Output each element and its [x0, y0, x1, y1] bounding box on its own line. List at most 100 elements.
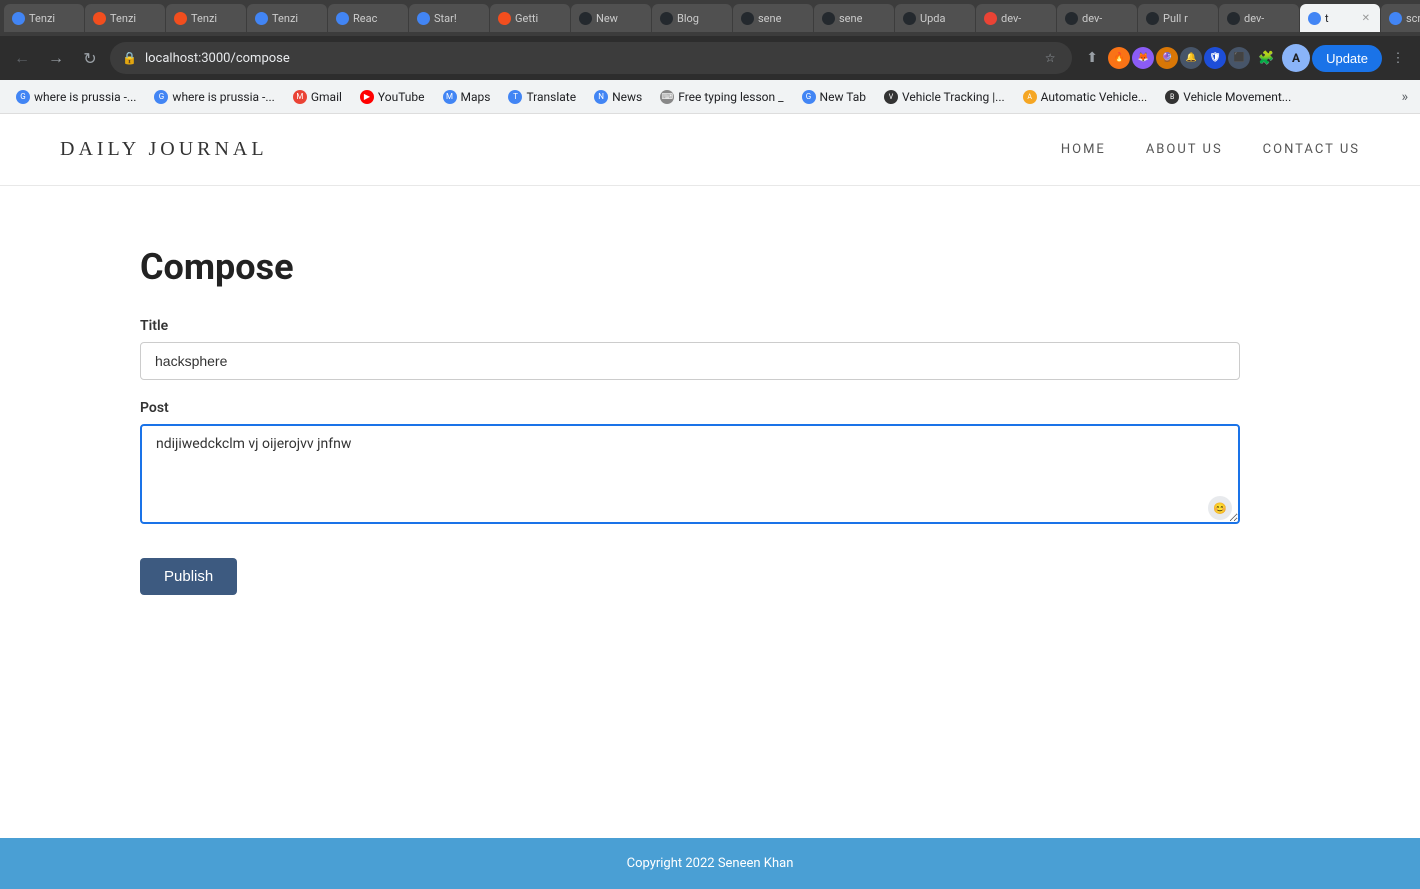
- website: DAILY JOURNAL HOME ABOUT US CONTACT US C…: [0, 114, 1420, 889]
- tab-label-4: Tenzi: [272, 12, 298, 25]
- tab-label-12: Upda: [920, 12, 946, 25]
- nav-contact[interactable]: CONTACT US: [1263, 142, 1360, 157]
- bookmark-vehicle-tracking[interactable]: V Vehicle Tracking |...: [876, 86, 1013, 108]
- browser-action-icons: ⬆ 🔥 🦊 🔮 🔔 🛡 ⬛ 🧩 A Update ⋮: [1078, 44, 1412, 72]
- tab-label-13: dev-: [1001, 12, 1021, 25]
- bookmark-icon-2: G: [154, 90, 168, 104]
- tab-label-1: Tenzi: [29, 12, 55, 25]
- bookmark-label-1: where is prussia -...: [34, 90, 136, 104]
- tab-15[interactable]: Pull r: [1138, 4, 1218, 32]
- tab-label-14: dev-: [1082, 12, 1102, 25]
- title-input[interactable]: [140, 342, 1240, 380]
- tab-label-6: Star!: [434, 12, 457, 25]
- address-bar-row: ← → ↻ 🔒 localhost:3000/compose ☆ ⬆ 🔥 🦊 🔮…: [0, 36, 1420, 80]
- bookmark-newtab[interactable]: G New Tab: [794, 86, 874, 108]
- bookmark-label-translate: Translate: [526, 90, 576, 104]
- bookmark-label-news: News: [612, 90, 642, 104]
- bookmark-label-typing: Free typing lesson _: [678, 90, 783, 104]
- title-form-group: Title: [140, 318, 1280, 380]
- nav-about[interactable]: ABOUT US: [1146, 142, 1223, 157]
- site-main: Compose Title Post ndijiwedckclm vj oije…: [0, 186, 1420, 838]
- address-bar-icons: ☆: [1040, 48, 1060, 68]
- post-textarea-wrapper: ndijiwedckclm vj oijerojvv jnfnw 😊: [140, 424, 1240, 528]
- address-text: localhost:3000/compose: [145, 51, 1032, 66]
- tab-13[interactable]: dev-: [976, 4, 1056, 32]
- tab-close-17[interactable]: ✕: [1360, 12, 1372, 25]
- tab-8[interactable]: New: [571, 4, 651, 32]
- bookmark-youtube[interactable]: ▶ YouTube: [352, 86, 433, 108]
- more-menu-icon[interactable]: ⋮: [1384, 44, 1412, 72]
- bookmark-translate[interactable]: T Translate: [500, 86, 584, 108]
- title-label: Title: [140, 318, 1280, 334]
- ext-2-icon[interactable]: 🦊: [1132, 47, 1154, 69]
- tab-2[interactable]: Tenzi: [85, 4, 165, 32]
- share-icon[interactable]: ⬆: [1078, 44, 1106, 72]
- tab-label-8: New: [596, 12, 618, 25]
- tab-11[interactable]: sene: [814, 4, 894, 32]
- tab-17-active[interactable]: t ✕: [1300, 4, 1380, 32]
- tab-18[interactable]: scree: [1381, 4, 1420, 32]
- bookmark-label-maps: Maps: [461, 90, 491, 104]
- tab-3[interactable]: Tenzi: [166, 4, 246, 32]
- tab-label-15: Pull r: [1163, 12, 1188, 25]
- tab-label-11: sene: [839, 12, 862, 25]
- tab-7[interactable]: Getti: [490, 4, 570, 32]
- bookmark-auto-vehicle[interactable]: A Automatic Vehicle...: [1015, 86, 1156, 108]
- update-button[interactable]: Update: [1312, 45, 1382, 72]
- footer-text: Copyright 2022 Seneen Khan: [627, 856, 794, 871]
- tab-1[interactable]: Tenzi: [4, 4, 84, 32]
- tab-4[interactable]: Tenzi: [247, 4, 327, 32]
- ext-6-icon[interactable]: ⬛: [1228, 47, 1250, 69]
- bookmark-star-icon[interactable]: ☆: [1040, 48, 1060, 68]
- bookmarks-bar: G where is prussia -... G where is pruss…: [0, 80, 1420, 114]
- ext-1-icon[interactable]: 🔥: [1108, 47, 1130, 69]
- lock-icon: 🔒: [122, 51, 137, 65]
- tab-9[interactable]: Blog: [652, 4, 732, 32]
- nav-home[interactable]: HOME: [1061, 142, 1106, 157]
- address-bar[interactable]: 🔒 localhost:3000/compose ☆: [110, 42, 1072, 74]
- tab-12[interactable]: Upda: [895, 4, 975, 32]
- tab-label-9: Blog: [677, 12, 699, 25]
- reload-button[interactable]: ↻: [76, 44, 104, 72]
- tab-10[interactable]: sene: [733, 4, 813, 32]
- tab-label-2: Tenzi: [110, 12, 136, 25]
- bookmark-news[interactable]: N News: [586, 86, 650, 108]
- textarea-emoji-icon: 😊: [1208, 496, 1232, 520]
- tab-16[interactable]: dev-: [1219, 4, 1299, 32]
- post-form-group: Post ndijiwedckclm vj oijerojvv jnfnw 😊: [140, 400, 1280, 528]
- site-header: DAILY JOURNAL HOME ABOUT US CONTACT US: [0, 114, 1420, 186]
- browser-chrome: Tenzi Tenzi Tenzi Tenzi Reac Star! Getti: [0, 0, 1420, 114]
- tab-label-10: sene: [758, 12, 781, 25]
- bookmark-label-gmail: Gmail: [311, 90, 342, 104]
- publish-button[interactable]: Publish: [140, 558, 237, 595]
- bookmark-icon-auto: A: [1023, 90, 1037, 104]
- bookmark-icon-news: N: [594, 90, 608, 104]
- bookmark-vehicle-movement[interactable]: B Vehicle Movement...: [1157, 86, 1299, 108]
- back-button[interactable]: ←: [8, 44, 36, 72]
- extensions-icon[interactable]: 🧩: [1252, 44, 1280, 72]
- tab-label-3: Tenzi: [191, 12, 217, 25]
- tab-label-18: scree: [1406, 12, 1420, 25]
- bookmark-label-vehicle: Vehicle Tracking |...: [902, 90, 1005, 104]
- ext-5-icon[interactable]: 🛡: [1204, 47, 1226, 69]
- tab-14[interactable]: dev-: [1057, 4, 1137, 32]
- site-footer: Copyright 2022 Seneen Khan: [0, 838, 1420, 889]
- forward-button[interactable]: →: [42, 44, 70, 72]
- ext-3-icon[interactable]: 🔮: [1156, 47, 1178, 69]
- bookmark-icon-movement: B: [1165, 90, 1179, 104]
- site-logo: DAILY JOURNAL: [60, 138, 268, 161]
- bookmark-where-prussia-1[interactable]: G where is prussia -...: [8, 86, 144, 108]
- bookmarks-more-button[interactable]: »: [1397, 85, 1412, 109]
- profile-button[interactable]: A: [1282, 44, 1310, 72]
- tab-label-17: t: [1325, 12, 1329, 25]
- post-textarea[interactable]: ndijiwedckclm vj oijerojvv jnfnw: [140, 424, 1240, 524]
- tab-6[interactable]: Star!: [409, 4, 489, 32]
- bookmark-typing[interactable]: ⌨ Free typing lesson _: [652, 86, 791, 108]
- tab-5[interactable]: Reac: [328, 4, 408, 32]
- bookmark-maps[interactable]: M Maps: [435, 86, 499, 108]
- bookmark-gmail[interactable]: M Gmail: [285, 86, 350, 108]
- bookmark-where-prussia-2[interactable]: G where is prussia -...: [146, 86, 282, 108]
- page-title: Compose: [140, 246, 1280, 288]
- post-label: Post: [140, 400, 1280, 416]
- ext-4-icon[interactable]: 🔔: [1180, 47, 1202, 69]
